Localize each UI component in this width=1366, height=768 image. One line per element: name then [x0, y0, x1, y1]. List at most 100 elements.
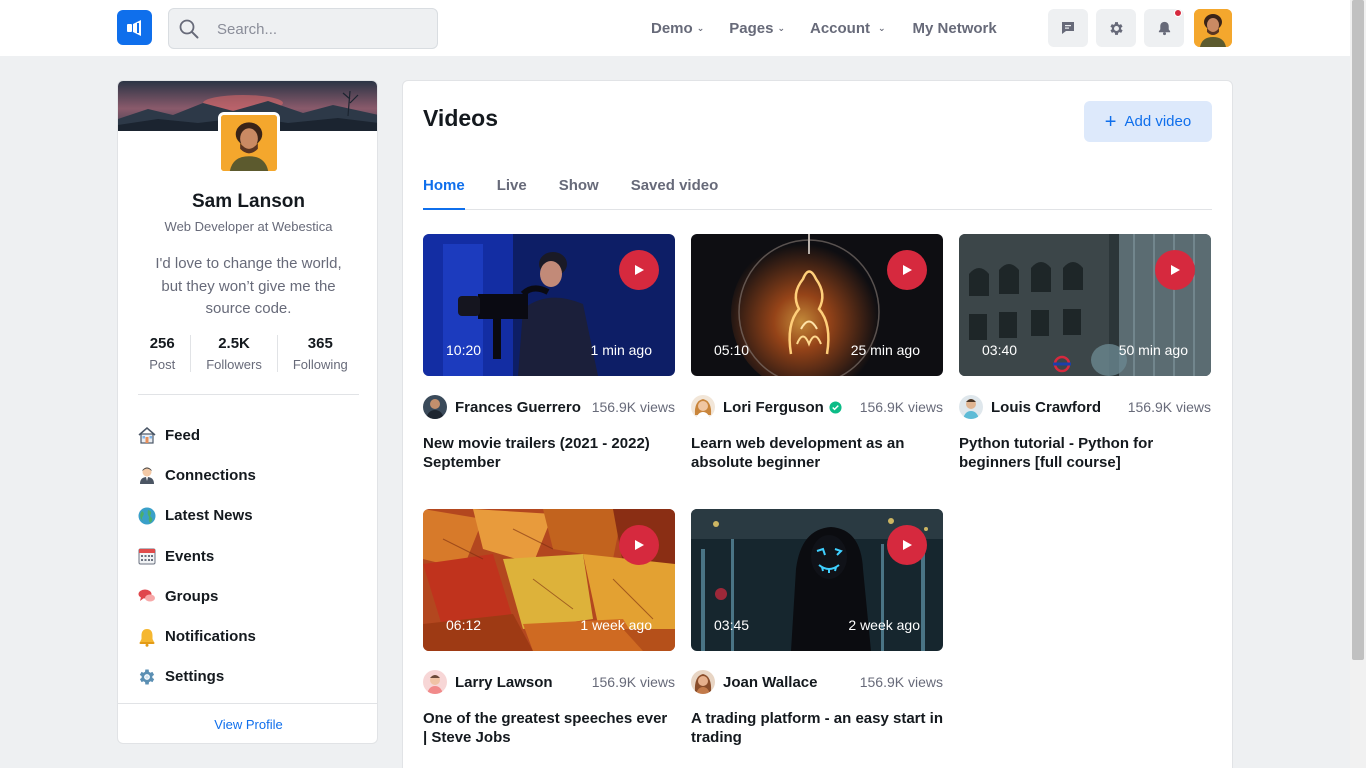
search-icon	[179, 19, 199, 39]
sidebar-menu: Feed Connections Latest News Events Grou…	[137, 415, 367, 697]
author-row: Larry Lawson 156.9K views	[423, 670, 675, 694]
stat-following: 365 Following	[276, 335, 363, 372]
scrollbar[interactable]	[1350, 0, 1366, 768]
author-row: Joan Wallace 156.9K views	[691, 670, 943, 694]
avatar-image	[1194, 9, 1232, 47]
video-views: 156.9K views	[859, 399, 943, 415]
author-avatar[interactable]	[423, 670, 447, 694]
sidebar-item-connections[interactable]: Connections	[137, 455, 367, 495]
video-thumbnail[interactable]: 05:10 25 min ago	[691, 234, 943, 376]
video-duration: 03:40	[982, 342, 1018, 358]
author-name[interactable]: Larry Lawson	[455, 674, 553, 691]
stat-followers: 2.5K Followers	[190, 335, 277, 372]
video-thumbnail[interactable]: 03:45 2 week ago	[691, 509, 943, 651]
play-button[interactable]	[887, 250, 927, 290]
video-thumbnail[interactable]: 03:40 50 min ago	[959, 234, 1211, 376]
video-title[interactable]: A trading platform - an easy start in tr…	[691, 709, 943, 747]
play-button[interactable]	[619, 525, 659, 565]
nav-pages[interactable]: Pages ⌄	[729, 20, 785, 37]
globe-icon	[137, 506, 157, 526]
video-duration: 10:20	[446, 342, 482, 358]
settings-button[interactable]	[1096, 9, 1136, 47]
messages-button[interactable]	[1048, 9, 1088, 47]
tab-show[interactable]: Show	[559, 169, 599, 210]
video-time-ago: 1 min ago	[590, 342, 652, 358]
nav-account-label: Account	[809, 19, 870, 37]
sidebar-item-label: Feed	[165, 426, 201, 444]
sidebar-item-label: Latest News	[165, 507, 253, 525]
nav-account[interactable]: Account ⌄	[810, 20, 886, 37]
page-title: Videos	[423, 105, 498, 131]
play-button[interactable]	[619, 250, 659, 290]
view-profile-link[interactable]: View Profile	[214, 717, 282, 732]
play-icon	[903, 265, 912, 275]
nav-my-network[interactable]: My Network	[913, 20, 997, 37]
profile-avatar[interactable]	[218, 112, 280, 174]
chat-icon	[1062, 22, 1074, 34]
author-name[interactable]: Frances Guerrero	[455, 399, 581, 416]
gear-icon	[137, 667, 157, 687]
profile-footer: View Profile	[118, 703, 377, 743]
sidebar-item-feed[interactable]: Feed	[137, 415, 367, 455]
sidebar-item-settings[interactable]: Settings	[137, 657, 367, 697]
profile-stats: 256 Post 2.5K Followers 365 Following	[118, 335, 377, 372]
author-avatar[interactable]	[691, 670, 715, 694]
user-avatar[interactable]	[1194, 9, 1232, 47]
megaphone-logo-icon	[126, 19, 141, 36]
profile-name[interactable]: Sam Lanson	[118, 191, 377, 213]
video-title[interactable]: Python tutorial - Python for beginners […	[959, 434, 1211, 472]
author-name[interactable]: Joan Wallace	[723, 674, 817, 691]
nav-demo-label: Demo	[651, 19, 693, 37]
author-name[interactable]: Lori Ferguson	[723, 399, 824, 416]
notifications-button[interactable]	[1144, 9, 1184, 47]
video-time-ago: 2 week ago	[848, 617, 920, 633]
author-name[interactable]: Louis Crawford	[991, 399, 1101, 416]
sidebar-item-latest-news[interactable]: Latest News	[137, 496, 367, 536]
video-title[interactable]: Learn web development as an absolute beg…	[691, 434, 943, 472]
scrollbar-thumb[interactable]	[1352, 0, 1364, 660]
search-input[interactable]	[217, 17, 427, 41]
search-box	[168, 8, 438, 49]
nav-links: Demo ⌄ Pages ⌄ Account ⌄ My Network	[651, 0, 1022, 56]
logo[interactable]	[117, 10, 152, 45]
author-row: Frances Guerrero 156.9K views	[423, 395, 675, 419]
author-row: Louis Crawford 156.9K views	[959, 395, 1211, 419]
play-icon	[1171, 265, 1180, 275]
video-views: 156.9K views	[1127, 399, 1211, 415]
calendar-icon	[137, 546, 157, 566]
bell-icon	[1158, 21, 1170, 36]
stat-value: 2.5K	[218, 335, 250, 352]
author-avatar[interactable]	[959, 395, 983, 419]
nav-pages-label: Pages	[729, 19, 774, 37]
add-video-label: Add video	[1124, 113, 1192, 130]
tab-live[interactable]: Live	[497, 169, 527, 210]
author-row: Lori Ferguson 156.9K views	[691, 395, 943, 419]
video-views: 156.9K views	[591, 399, 675, 415]
nav-demo[interactable]: Demo ⌄	[651, 20, 704, 37]
bell-icon	[137, 627, 157, 647]
play-button[interactable]	[887, 525, 927, 565]
play-icon	[903, 540, 912, 550]
video-time-ago: 50 min ago	[1118, 342, 1188, 358]
video-thumbnail[interactable]: 10:20 1 min ago	[423, 234, 675, 376]
videos-card: Videos + Add video Home Live Show Saved …	[402, 80, 1233, 768]
stat-label: Post	[149, 357, 176, 372]
video-views: 156.9K views	[859, 674, 943, 690]
stat-value: 365	[307, 335, 333, 352]
author-avatar[interactable]	[691, 395, 715, 419]
tab-home[interactable]: Home	[423, 169, 465, 210]
video-title[interactable]: One of the greatest speeches ever | Stev…	[423, 709, 675, 747]
video-title[interactable]: New movie trailers (2021 - 2022) Septemb…	[423, 434, 675, 472]
play-button[interactable]	[1155, 250, 1195, 290]
sidebar-item-label: Connections	[165, 466, 256, 484]
sidebar-item-groups[interactable]: Groups	[137, 576, 367, 616]
author-avatar[interactable]	[423, 395, 447, 419]
add-video-button[interactable]: + Add video	[1084, 101, 1212, 142]
sidebar-item-label: Groups	[165, 587, 219, 605]
video-thumbnail[interactable]: 06:12 1 week ago	[423, 509, 675, 651]
sidebar-item-notifications[interactable]: Notifications	[137, 616, 367, 656]
sidebar-item-events[interactable]: Events	[137, 536, 367, 576]
tab-saved-video[interactable]: Saved video	[631, 169, 719, 210]
play-icon	[635, 265, 644, 275]
chevron-down-icon: ⌄	[777, 22, 785, 33]
